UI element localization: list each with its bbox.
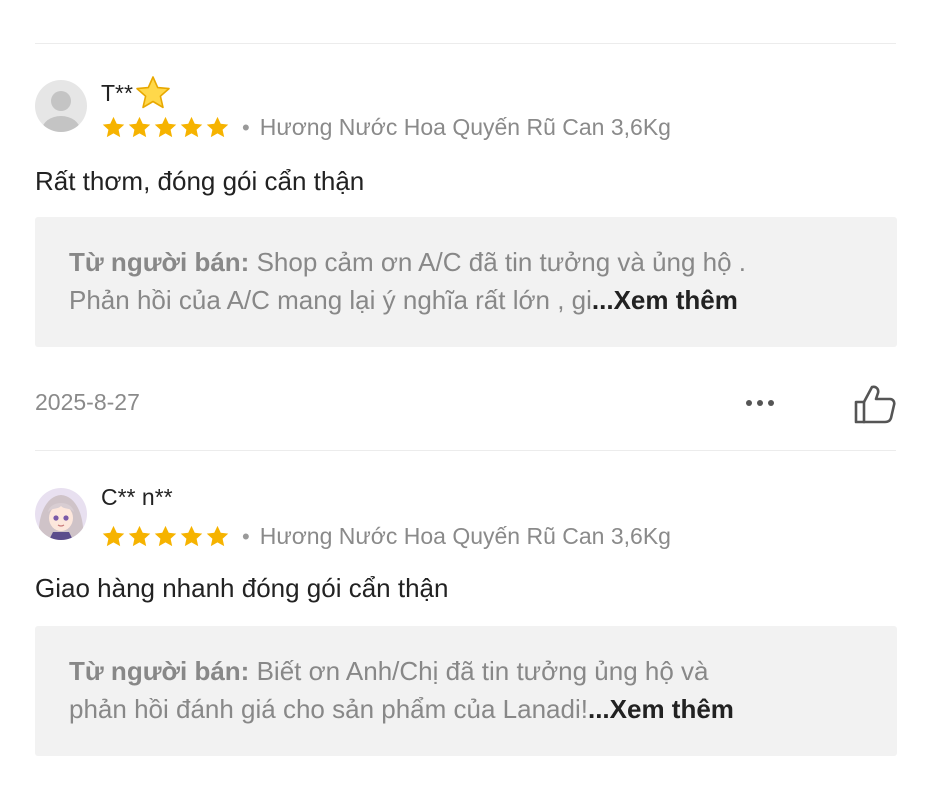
reviewer-name-text: T** [101, 80, 133, 106]
star-filled-icon [102, 525, 125, 547]
star-filled-icon [180, 116, 203, 138]
review-card: T** • Hương Nước Hoa Quyến Rũ Can 3,6Kg … [35, 75, 897, 445]
review-divider [35, 450, 896, 451]
review-comment: Rất thơm, đóng gói cẩn thận [35, 166, 365, 196]
seller-reply-label: Từ người bán: [69, 656, 250, 686]
review-date: 2025-8-27 [35, 389, 140, 415]
more-options-icon[interactable] [742, 391, 778, 415]
product-variant: Hương Nước Hoa Quyến Rũ Can 3,6Kg [259, 523, 671, 549]
review-footer: 2025-8-27 [35, 383, 897, 425]
reviewer-name: C** n** [101, 484, 173, 510]
star-filled-icon [102, 116, 125, 138]
review-meta: • Hương Nước Hoa Quyến Rũ Can 3,6Kg [101, 523, 671, 550]
star-filled-icon [206, 525, 229, 547]
star-filled-icon [128, 116, 151, 138]
seller-reply-line: Từ người bán: Biết ơn Anh/Chị đã tin tưở… [69, 652, 863, 690]
seller-reply-text: Phản hồi của A/C mang lại ý nghĩa rất lớ… [69, 285, 592, 315]
star-filled-icon [154, 116, 177, 138]
see-more-link[interactable]: ...Xem thêm [592, 285, 738, 315]
star-emoji-icon [136, 76, 170, 109]
star-filled-icon [128, 525, 151, 547]
top-divider [35, 43, 896, 44]
seller-reply-line: Từ người bán: Shop cảm ơn A/C đã tin tưở… [69, 243, 863, 281]
like-thumb-icon[interactable] [853, 383, 897, 425]
separator-dot: • [242, 523, 250, 549]
review-comment: Giao hàng nhanh đóng gói cẩn thận [35, 573, 449, 603]
review-meta: • Hương Nước Hoa Quyến Rũ Can 3,6Kg [101, 114, 671, 141]
seller-reply-text: Shop cảm ơn A/C đã tin tưởng và ủng hộ . [256, 247, 747, 277]
avatar[interactable] [35, 80, 87, 132]
seller-reply-box[interactable]: Từ người bán: Biết ơn Anh/Chị đã tin tưở… [35, 626, 897, 756]
star-filled-icon [180, 525, 203, 547]
product-variant: Hương Nước Hoa Quyến Rũ Can 3,6Kg [259, 114, 671, 140]
review-card: C** n** • Hương Nước Hoa Quyến Rũ Can 3,… [35, 482, 897, 762]
seller-reply-label: Từ người bán: [69, 247, 250, 277]
seller-reply-text: phản hồi đánh giá cho sản phẩm của Lanad… [69, 694, 588, 724]
anime-avatar-icon [35, 488, 87, 540]
reviewer-name: T** [101, 75, 171, 109]
see-more-link[interactable]: ...Xem thêm [588, 694, 734, 724]
avatar[interactable] [35, 488, 87, 540]
rating-stars [101, 524, 230, 549]
default-avatar-icon [35, 80, 87, 132]
seller-reply-line: Phản hồi của A/C mang lại ý nghĩa rất lớ… [69, 281, 863, 319]
seller-reply-text: Biết ơn Anh/Chị đã tin tưởng ủng hộ và [256, 656, 709, 686]
star-filled-icon [154, 525, 177, 547]
seller-reply-box[interactable]: Từ người bán: Shop cảm ơn A/C đã tin tưở… [35, 217, 897, 347]
star-filled-icon [206, 116, 229, 138]
seller-reply-line: phản hồi đánh giá cho sản phẩm của Lanad… [69, 690, 863, 728]
separator-dot: • [242, 114, 250, 140]
rating-stars [101, 115, 230, 140]
